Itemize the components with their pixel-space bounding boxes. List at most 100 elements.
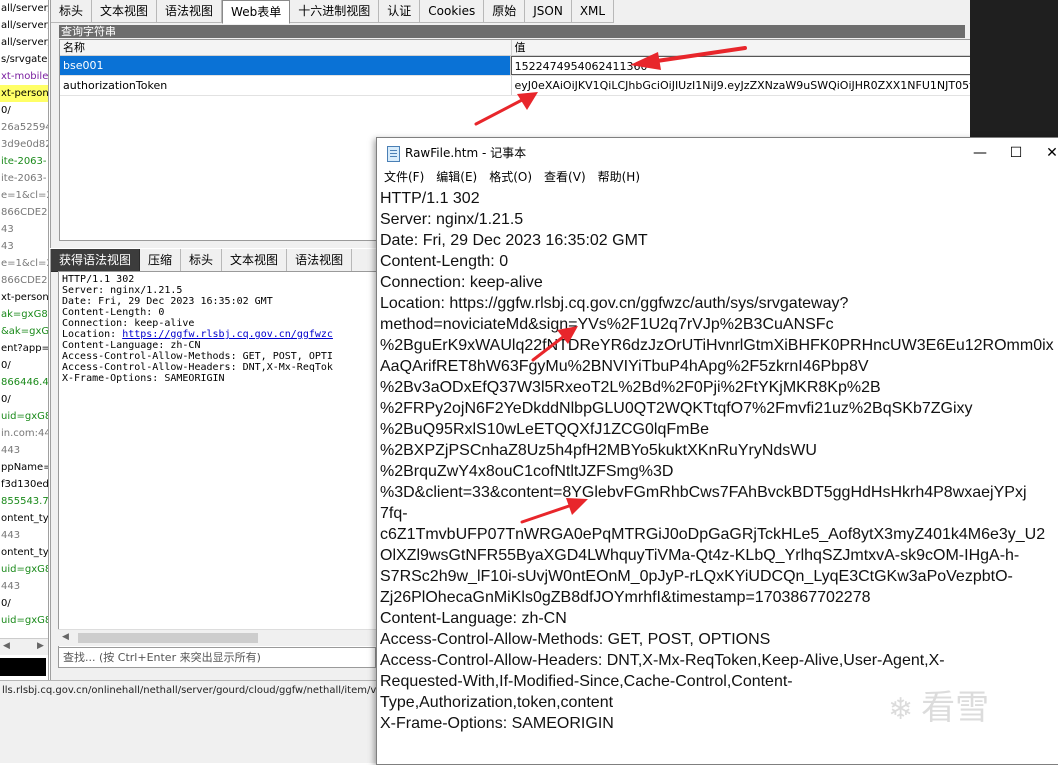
- tab-response-2[interactable]: 标头: [181, 249, 223, 272]
- tab-request-2[interactable]: 语法视图: [157, 0, 223, 23]
- text-line: Date: Fri, 29 Dec 2023 16:35:02 GMT: [380, 232, 648, 249]
- response-line: Connection: keep-alive: [62, 318, 195, 329]
- quickexec-box[interactable]: [0, 658, 46, 676]
- session-row[interactable]: 43: [0, 238, 48, 255]
- tab-response-1[interactable]: 压缩: [140, 249, 182, 272]
- session-row[interactable]: all/server/: [0, 0, 48, 17]
- location-link[interactable]: https://ggfw.rlsbj.cq.gov.cn/ggfwzc: [122, 329, 333, 340]
- session-row[interactable]: 866CDE2: [0, 204, 48, 221]
- session-row[interactable]: xt-mobile-: [0, 68, 48, 85]
- session-row[interactable]: 0/: [0, 357, 48, 374]
- session-row[interactable]: uid=gxG8: [0, 561, 48, 578]
- notepad-window[interactable]: RawFile.htm - 记事本 — ☐ ✕ 文件(F) 编辑(E) 格式(O) 查…: [376, 137, 1058, 765]
- session-row[interactable]: 855543.7: [0, 493, 48, 510]
- session-row[interactable]: s/srvgate: [0, 51, 48, 68]
- menu-item-2[interactable]: 格式(O): [482, 168, 537, 187]
- session-row[interactable]: 443: [0, 578, 48, 595]
- tab-request-6[interactable]: Cookies: [420, 0, 485, 23]
- scroll-right-icon[interactable]: ▶: [37, 641, 44, 651]
- response-line: Content-Length: 0: [62, 307, 165, 318]
- text-line: S7RSc2h9w_lF10i-sUvjW0ntEOnM_0pJyP-rLQxK…: [380, 568, 1013, 585]
- response-line: Access-Control-Allow-Methods: GET, POST,…: [62, 351, 333, 362]
- text-line: Server: nginx/1.21.5: [380, 211, 524, 228]
- session-row[interactable]: ppName=: [0, 459, 48, 476]
- menu-item-3[interactable]: 查看(V): [537, 168, 591, 187]
- text-line: AaQArifRET8hW63FgyMu%2BNVIYiTbuP4hApg%2F…: [380, 358, 869, 375]
- session-row[interactable]: in.com:44: [0, 425, 48, 442]
- notepad-file-icon: [387, 146, 400, 162]
- raw-response-view[interactable]: HTTP/1.1 302 Server: nginx/1.21.5 Date: …: [58, 271, 379, 651]
- session-row[interactable]: all/server/: [0, 17, 48, 34]
- find-input[interactable]: 查找... (按 Ctrl+Enter 来突出显示所有): [58, 647, 376, 668]
- session-row[interactable]: 43: [0, 221, 48, 238]
- text-line: Content-Length: 0: [380, 253, 509, 270]
- session-row[interactable]: ite-2063-: [0, 153, 48, 170]
- tab-request-5[interactable]: 认证: [379, 0, 421, 23]
- text-line: %3D&client=33&content=8YGlebvFGmRhbCws7F…: [380, 484, 1027, 501]
- status-url: lls.rlsbj.cq.gov.cn/onlinehall/nethall/s…: [0, 680, 378, 701]
- menu-item-0[interactable]: 文件(F): [377, 168, 429, 187]
- session-row[interactable]: uid=gxG8: [0, 612, 48, 629]
- raw-response-text: HTTP/1.1 302 Server: nginx/1.21.5 Date: …: [62, 274, 375, 384]
- close-button[interactable]: ✕: [1041, 143, 1058, 163]
- tab-request-4[interactable]: 十六进制视图: [290, 0, 380, 23]
- table-row[interactable]: bse001 1522474954062411360: [60, 56, 1014, 76]
- text-line: 7fq-: [380, 505, 408, 522]
- tab-response-0[interactable]: 获得语法视图: [51, 249, 141, 272]
- session-list[interactable]: all/server/all/server/all/server/s/srvga…: [0, 0, 49, 680]
- session-row[interactable]: xt-person-: [0, 85, 48, 102]
- session-row[interactable]: f3d130ed: [0, 476, 48, 493]
- response-tabs: 获得语法视图 压缩 标头 文本视图 语法视图: [51, 249, 353, 273]
- param-value[interactable]: 1522474954062411360: [510, 56, 1014, 75]
- session-row[interactable]: ent?app=: [0, 340, 48, 357]
- snowflake-icon: ❄: [888, 692, 914, 727]
- column-value-header[interactable]: 值: [512, 40, 1014, 55]
- session-row[interactable]: 0/: [0, 595, 48, 612]
- session-row[interactable]: xt-person-: [0, 289, 48, 306]
- session-row[interactable]: ontent_typ: [0, 544, 48, 561]
- minimize-button[interactable]: —: [969, 143, 991, 163]
- session-row[interactable]: uid=gxG8: [0, 408, 48, 425]
- param-name[interactable]: bse001: [60, 56, 511, 75]
- session-row[interactable]: 443: [0, 442, 48, 459]
- notepad-text-area[interactable]: HTTP/1.1 302 Server: nginx/1.21.5 Date: Fr…: [380, 188, 1058, 764]
- tab-request-8[interactable]: JSON: [525, 0, 572, 23]
- session-row[interactable]: 866446.4: [0, 374, 48, 391]
- tab-request-1[interactable]: 文本视图: [92, 0, 158, 23]
- notepad-titlebar[interactable]: RawFile.htm - 记事本 — ☐ ✕: [377, 138, 1058, 168]
- maximize-button[interactable]: ☐: [1005, 143, 1027, 163]
- horizontal-scrollbar[interactable]: ◀: [58, 629, 377, 646]
- text-line: OlXZl9wsGtNFR55ByaXGD4LWhquyTiVMa-Qt4z-K…: [380, 547, 1020, 564]
- menu-item-4[interactable]: 帮助(H): [591, 168, 645, 187]
- session-row[interactable]: ite-2063-: [0, 170, 48, 187]
- session-row[interactable]: &ak=gxG: [0, 323, 48, 340]
- session-row[interactable]: 3d9e0d82: [0, 136, 48, 153]
- session-row[interactable]: 0/: [0, 102, 48, 119]
- session-row[interactable]: ontent_typ: [0, 510, 48, 527]
- session-row[interactable]: e=1&cl=2: [0, 255, 48, 272]
- param-value[interactable]: eyJ0eXAiOiJKV1QiLCJhbGciOiJIUzI1NiJ9.eyJ…: [512, 76, 1014, 95]
- menu-item-1[interactable]: 编辑(E): [429, 168, 482, 187]
- session-row[interactable]: 26a52594: [0, 119, 48, 136]
- column-name-header[interactable]: 名称: [60, 40, 512, 55]
- session-row[interactable]: 443: [0, 527, 48, 544]
- tab-request-3[interactable]: Web表单: [222, 0, 291, 24]
- scroll-thumb[interactable]: [78, 633, 258, 643]
- session-row[interactable]: all/server/: [0, 34, 48, 51]
- tab-request-9[interactable]: XML: [571, 0, 615, 23]
- scroll-left-icon[interactable]: ◀: [3, 641, 10, 651]
- session-list-scrollbar[interactable]: ◀ ▶: [0, 638, 48, 655]
- param-name[interactable]: authorizationToken: [60, 76, 512, 95]
- tab-request-0[interactable]: 标头: [51, 0, 93, 23]
- session-row[interactable]: 866CDE2: [0, 272, 48, 289]
- session-row[interactable]: e=1&cl=2: [0, 187, 48, 204]
- table-row[interactable]: authorizationToken eyJ0eXAiOiJKV1QiLCJhb…: [60, 76, 1014, 96]
- scroll-left-icon[interactable]: ◀: [62, 632, 69, 642]
- text-line: method=noviciateMd&sign=YVs%2F1U2q7rVJp%…: [380, 316, 834, 333]
- tab-request-7[interactable]: 原始: [484, 0, 526, 23]
- text-line: Zj26PlOhecaGnMiKls0gZB8dfJOYmrhfI&timest…: [380, 589, 871, 606]
- session-row[interactable]: ak=gxG8: [0, 306, 48, 323]
- session-row[interactable]: 0/: [0, 391, 48, 408]
- tab-response-4[interactable]: 语法视图: [287, 249, 353, 272]
- tab-response-3[interactable]: 文本视图: [222, 249, 288, 272]
